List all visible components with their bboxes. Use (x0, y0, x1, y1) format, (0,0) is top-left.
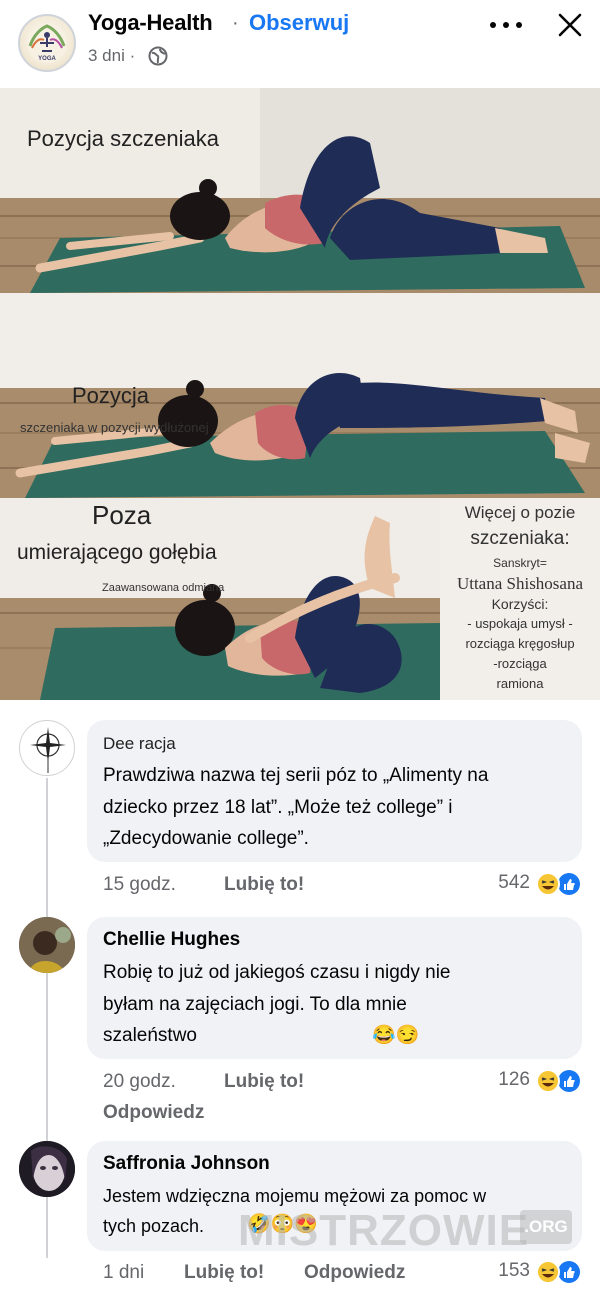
pose-panel-puppy: Pozycja szczeniaka (0, 88, 600, 293)
user-photo-icon (19, 917, 75, 973)
comment-text-line: byłam na zajęciach jogi. To dla mnie (103, 994, 407, 1015)
comment-time[interactable]: 1 dni (103, 1262, 144, 1284)
info-title-line1: Więcej o pozie (464, 503, 576, 522)
reply-button[interactable]: Odpowiedz (103, 1102, 204, 1124)
reaction-icons[interactable] (535, 1259, 580, 1284)
comment-author[interactable]: Saffronia Johnson (103, 1153, 270, 1175)
pose-info-box: Więcej o pozie szczeniaka: Sanskryt= Utt… (440, 498, 600, 700)
avatar-chellie-hughes[interactable] (19, 917, 75, 973)
info-benefit-3: -rozciąga (493, 656, 547, 671)
caption-advanced-variation: Zaawansowana odmiana (102, 582, 225, 594)
comment-time[interactable]: 20 godz. (103, 1071, 176, 1093)
comments-section: Dee racja Prawdziwa nazwa tej serii póz … (0, 700, 600, 1293)
compass-icon (30, 727, 66, 773)
post-header: YOGA Yoga-Health · Obserwuj 3 dni · (0, 0, 600, 88)
info-benefit-1: - uspokaja umysł - (467, 616, 573, 631)
info-sanskrit-label: Sanskryt= (493, 556, 547, 570)
comment-text-line: Robię to już od jakiegoś czasu i nigdy n… (103, 962, 451, 983)
info-sanskrit-name: Uttana Shishosana (456, 574, 584, 593)
svg-text:YOGA: YOGA (38, 56, 56, 62)
caption-extended-puppy-sub: szczeniaka w pozycji wydłużonej (20, 420, 209, 435)
yoga-logo-icon: YOGA (27, 23, 67, 63)
post-timestamp[interactable]: 3 dni · (88, 46, 135, 66)
laugh-reaction-icon (536, 1260, 560, 1284)
info-benefits-label: Korzyści: (491, 596, 549, 612)
caption-puppy-pose: Pozycja szczeniaka (27, 126, 219, 151)
comment-text-line: szaleństwo (103, 1025, 197, 1046)
comment-time[interactable]: 15 godz. (103, 874, 176, 896)
comment-text-line: tych pozach. (103, 1216, 205, 1236)
info-title-line2: szczeniaka: (470, 528, 570, 549)
comment-author[interactable]: Chellie Hughes (103, 929, 240, 951)
comment-emojis: 😂😏 (372, 1025, 420, 1046)
laugh-reaction-icon (536, 1069, 560, 1093)
follow-button[interactable]: Obserwuj (249, 10, 349, 36)
comment-text-line: dziecko przez 18 lat”. „Może też college… (103, 797, 453, 818)
laugh-reaction-icon (536, 872, 560, 896)
comment-text-line: Prawdziwa nazwa tej serii póz to „Alimen… (103, 765, 489, 786)
reaction-icons[interactable] (535, 871, 580, 896)
like-button[interactable]: Lubię to! (224, 1071, 304, 1093)
page-avatar[interactable]: YOGA (18, 14, 76, 72)
post-image[interactable]: Pozycja szczeniaka Pozycja szczeniaka w … (0, 88, 600, 700)
caption-dying-pigeon-title: Poza (92, 500, 152, 530)
puppy-pose-illustration (0, 88, 600, 293)
comment-bubble-2: Chellie Hughes Robię to już od jakiegoś … (87, 917, 582, 1059)
globe-icon (148, 46, 168, 66)
reaction-count[interactable]: 126 (470, 1069, 530, 1091)
caption-extended-puppy-title: Pozycja (72, 383, 150, 408)
more-options-icon[interactable] (490, 20, 522, 30)
info-benefit-4: ramiona (496, 676, 544, 691)
reaction-count[interactable]: 153 (470, 1260, 530, 1282)
user-photo-icon (19, 1141, 75, 1197)
comment-bubble-1: Dee racja Prawdziwa nazwa tej serii póz … (87, 720, 582, 862)
like-button[interactable]: Lubię to! (184, 1262, 264, 1284)
close-icon[interactable] (557, 12, 583, 38)
watermark-suffix: .ORG (520, 1210, 572, 1244)
page-name[interactable]: Yoga-Health (88, 10, 213, 36)
like-button[interactable]: Lubię to! (224, 874, 304, 896)
comment-author[interactable]: Dee racja (103, 734, 176, 754)
info-benefit-2: rozciąga kręgosłup (465, 636, 575, 651)
pose-panel-extended-puppy: Pozycja szczeniaka w pozycji wydłużonej (0, 293, 600, 498)
avatar-dee-racja[interactable] (19, 720, 75, 776)
reply-button[interactable]: Odpowiedz (304, 1262, 405, 1284)
watermark: MISTRZOWIE (238, 1206, 530, 1255)
reaction-count[interactable]: 542 (470, 872, 530, 894)
caption-dying-pigeon-name: umierającego gołębia (17, 541, 217, 564)
comment-text-line: „Zdecydowanie college”. (103, 828, 309, 849)
avatar-saffronia-johnson[interactable] (19, 1141, 75, 1197)
reaction-icons[interactable] (535, 1068, 580, 1093)
separator-dot: · (232, 12, 239, 34)
